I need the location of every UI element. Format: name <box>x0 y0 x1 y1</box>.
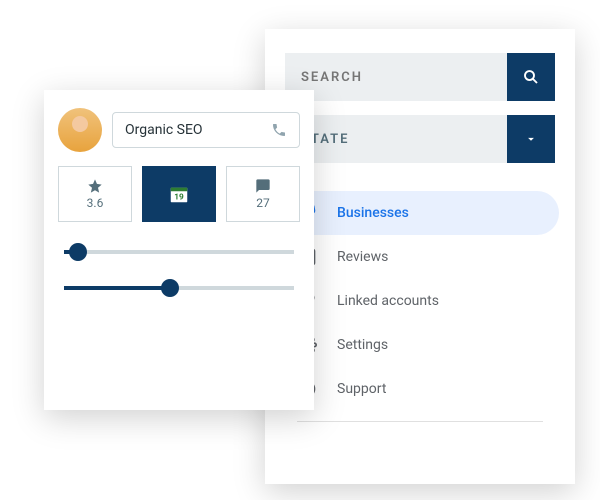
menu-item-label: Linked accounts <box>337 293 439 309</box>
stat-rating-value: 3.6 <box>87 196 104 210</box>
stats-row: 3.6 19 27 <box>58 166 300 222</box>
menu-item-support[interactable]: Support <box>281 367 559 411</box>
search-button[interactable] <box>507 53 555 101</box>
state-select[interactable]: STATE <box>285 115 507 163</box>
menu-item-linked-accounts[interactable]: Linked accounts <box>281 279 559 323</box>
profile-header: Organic SEO <box>58 108 300 152</box>
menu-separator <box>297 421 543 422</box>
stat-comments-value: 27 <box>256 196 270 210</box>
calendar-icon: 19 <box>168 183 190 205</box>
slider-1[interactable] <box>64 250 294 254</box>
star-icon <box>87 178 103 194</box>
menu-item-settings[interactable]: Settings <box>281 323 559 367</box>
search-row <box>285 53 555 101</box>
menu-item-reviews[interactable]: Reviews <box>281 235 559 279</box>
comment-icon <box>255 178 271 194</box>
avatar <box>58 108 102 152</box>
profile-card: Organic SEO 3.6 19 27 <box>44 90 314 410</box>
slider-2-fill <box>64 286 170 290</box>
menu-item-label: Businesses <box>337 205 409 221</box>
main-menu: Businesses Reviews Linked accounts Setti… <box>281 191 559 422</box>
profile-title-field[interactable]: Organic SEO <box>112 112 300 148</box>
menu-item-label: Settings <box>337 337 388 353</box>
menu-item-label: Reviews <box>337 249 388 265</box>
chevron-down-icon <box>524 132 538 146</box>
stat-rating[interactable]: 3.6 <box>58 166 132 222</box>
state-row: STATE <box>285 115 555 163</box>
profile-title: Organic SEO <box>125 122 203 138</box>
phone-icon <box>271 122 287 138</box>
menu-item-label: Support <box>337 381 386 397</box>
stat-calendar[interactable]: 19 <box>142 166 216 222</box>
slider-2-thumb[interactable] <box>161 279 179 297</box>
state-dropdown-button[interactable] <box>507 115 555 163</box>
stat-comments[interactable]: 27 <box>226 166 300 222</box>
sliders <box>64 250 294 290</box>
svg-text:19: 19 <box>174 193 184 203</box>
search-icon <box>522 68 540 86</box>
slider-2[interactable] <box>64 286 294 290</box>
menu-item-businesses[interactable]: Businesses <box>281 191 559 235</box>
search-input[interactable] <box>285 53 507 101</box>
slider-1-thumb[interactable] <box>69 243 87 261</box>
